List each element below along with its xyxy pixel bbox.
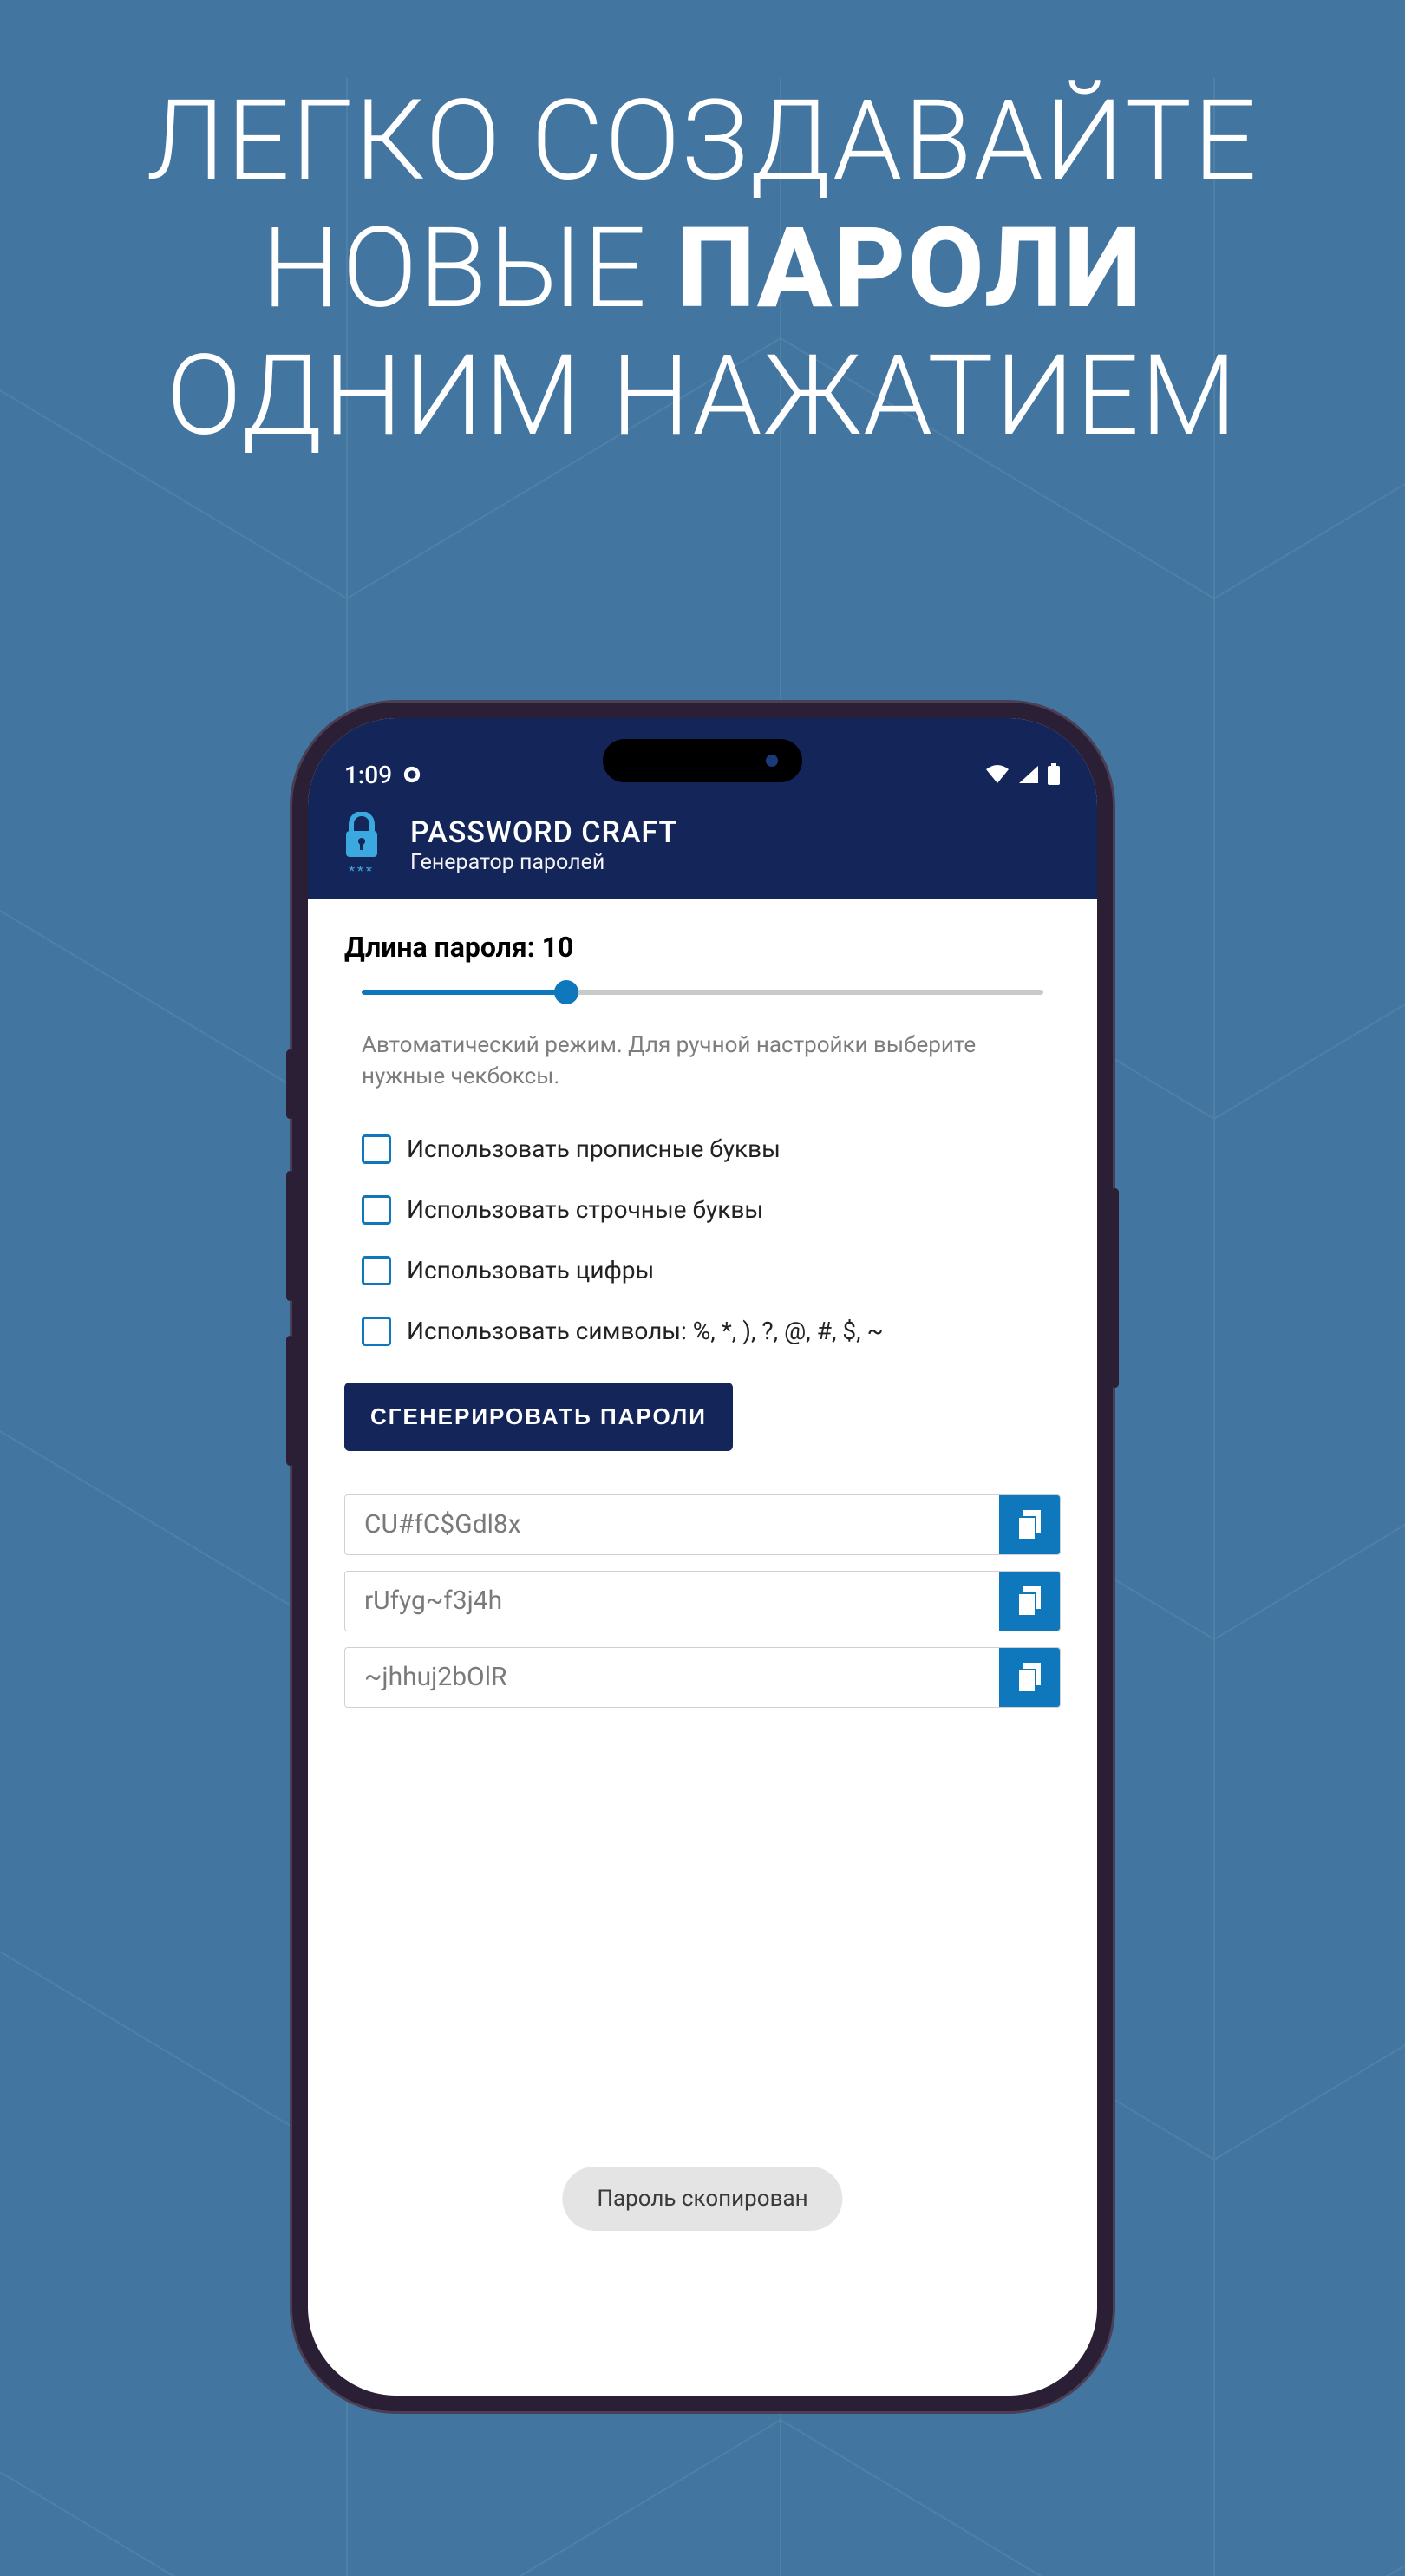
checkbox-lowercase[interactable]: Использовать строчные буквы (344, 1180, 1061, 1240)
wifi-icon (984, 764, 1010, 785)
status-time: 1:09 (344, 761, 392, 789)
length-slider[interactable] (362, 990, 1043, 995)
copy-icon (1015, 1585, 1044, 1618)
phone-volume-down (286, 1336, 294, 1466)
checkbox-label: Использовать цифры (407, 1256, 654, 1285)
phone-volume-up (286, 1171, 294, 1301)
signal-icon (1017, 764, 1040, 785)
generate-button[interactable]: СГЕНЕРИРОВАТЬ ПАРОЛИ (344, 1383, 733, 1451)
result-password[interactable]: ~jhhuj2bOlR (345, 1648, 999, 1707)
checkbox-label: Использовать строчные буквы (407, 1195, 763, 1224)
app-header: *** PASSWORD CRAFT Генератор паролей (308, 805, 1097, 899)
headline-line-3: ОДНИМ НАЖАТИЕМ (0, 333, 1405, 461)
checkbox-box[interactable] (362, 1317, 391, 1346)
checkbox-box[interactable] (362, 1195, 391, 1225)
copy-button[interactable] (999, 1648, 1060, 1707)
lock-icon: *** (336, 812, 388, 879)
checkbox-label: Использовать прописные буквы (407, 1134, 781, 1163)
status-app-icon (402, 765, 422, 784)
result-password[interactable]: CU#fC$Gdl8x (345, 1495, 999, 1554)
password-length-label: Длина пароля: 10 (344, 931, 1061, 964)
result-row: rUfyg~f3j4h (344, 1571, 1061, 1631)
copy-icon (1015, 1661, 1044, 1694)
result-row: ~jhhuj2bOlR (344, 1647, 1061, 1708)
mode-hint: Автоматический режим. Для ручной настрой… (362, 1030, 1043, 1093)
phone-screen: 1:09 *** PASSWORD CRAFT Г (308, 718, 1097, 2396)
toast-notification: Пароль скопирован (562, 2167, 842, 2231)
checkbox-box[interactable] (362, 1256, 391, 1285)
result-row: CU#fC$Gdl8x (344, 1494, 1061, 1555)
checkbox-uppercase[interactable]: Использовать прописные буквы (344, 1119, 1061, 1180)
results-list: CU#fC$Gdl8x rUfyg~f3j4h ~jhhuj2bOlR (344, 1494, 1061, 1708)
phone-frame: 1:09 *** PASSWORD CRAFT Г (292, 703, 1113, 2411)
phone-side-button (286, 1049, 294, 1119)
main-content: Длина пароля: 10 Автоматический режим. Д… (308, 899, 1097, 1755)
copy-icon (1015, 1508, 1044, 1541)
slider-fill (362, 990, 566, 995)
copy-button[interactable] (999, 1572, 1060, 1631)
headline-line-1: ЛЕГКО СОЗДАВАЙТЕ (0, 78, 1405, 206)
slider-thumb[interactable] (554, 980, 578, 1004)
checkbox-box[interactable] (362, 1134, 391, 1164)
battery-icon (1047, 763, 1061, 786)
headline-line-2: НОВЫЕ ПАРОЛИ (0, 206, 1405, 333)
result-password[interactable]: rUfyg~f3j4h (345, 1572, 999, 1631)
checkbox-symbols[interactable]: Использовать символы: %, *, ), ?, @, #, … (344, 1301, 1061, 1362)
copy-button[interactable] (999, 1495, 1060, 1554)
app-subtitle: Генератор паролей (410, 850, 677, 875)
checkbox-label: Использовать символы: %, *, ), ?, @, #, … (407, 1317, 884, 1345)
promo-headline: ЛЕГКО СОЗДАВАЙТЕ НОВЫЕ ПАРОЛИ ОДНИМ НАЖА… (0, 78, 1405, 461)
phone-power-button (1111, 1188, 1119, 1388)
checkbox-digits[interactable]: Использовать цифры (344, 1240, 1061, 1301)
phone-notch (603, 739, 802, 782)
app-title: PASSWORD CRAFT (410, 815, 677, 850)
